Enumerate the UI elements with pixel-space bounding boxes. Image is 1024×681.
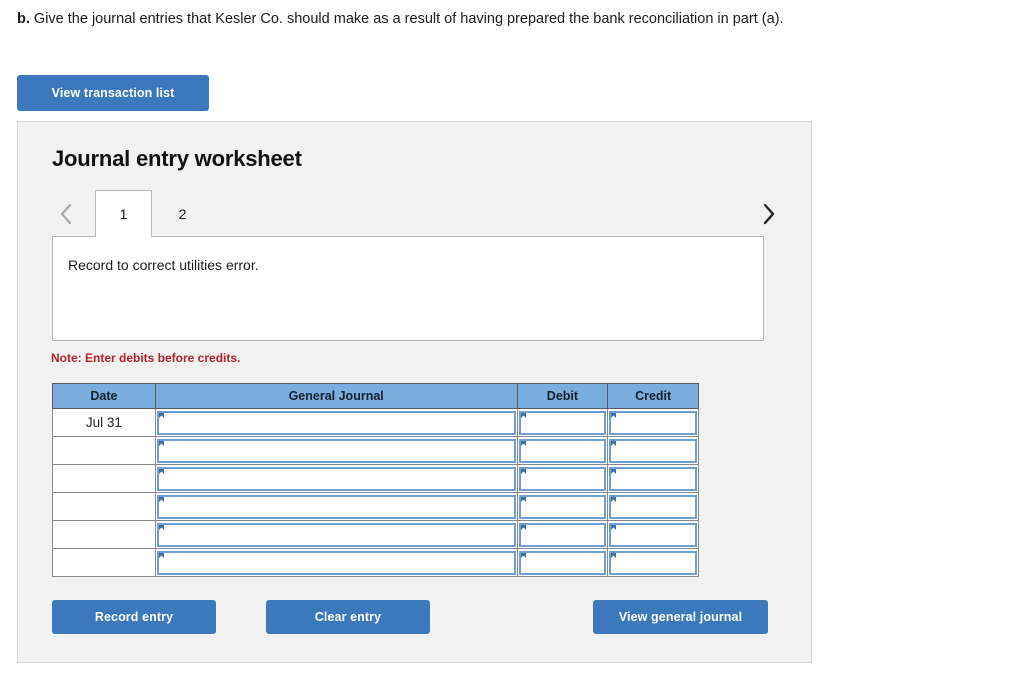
- question-body: Give the journal entries that Kesler Co.…: [33, 11, 784, 27]
- credit-cell[interactable]: [607, 408, 699, 437]
- debit-input[interactable]: [518, 410, 607, 435]
- debit-cell[interactable]: [516, 520, 609, 549]
- credit-cell[interactable]: [607, 520, 699, 549]
- date-cell[interactable]: [52, 464, 156, 493]
- credit-cell[interactable]: [607, 436, 699, 465]
- credit-input[interactable]: [609, 438, 697, 463]
- table-row: [52, 548, 699, 577]
- worksheet-tabbar: 1 2: [18, 190, 813, 237]
- journal-entry-table: Date General Journal Debit Credit Jul 31: [52, 383, 699, 577]
- question-label: b.: [17, 11, 30, 27]
- entry-description-text: Record to correct utilities error.: [68, 257, 259, 273]
- credit-cell[interactable]: [607, 492, 699, 521]
- entry-description-box: Record to correct utilities error.: [52, 236, 764, 341]
- debit-cell[interactable]: [516, 436, 609, 465]
- record-entry-button[interactable]: Record entry: [52, 600, 216, 634]
- credit-input[interactable]: [609, 494, 697, 519]
- column-header-general-journal: General Journal: [154, 383, 518, 409]
- tab-worksheet-2[interactable]: 2: [154, 190, 211, 237]
- journal-entry-worksheet-panel: Journal entry worksheet 1 2 Record to co…: [17, 121, 812, 663]
- debit-cell[interactable]: [516, 464, 609, 493]
- tab-worksheet-1[interactable]: 1: [95, 190, 152, 237]
- debit-cell[interactable]: [516, 548, 609, 577]
- credit-cell[interactable]: [607, 464, 699, 493]
- debit-cell[interactable]: [516, 408, 609, 437]
- date-cell[interactable]: [52, 492, 156, 521]
- table-row: [52, 492, 699, 521]
- debits-before-credits-note: Note: Enter debits before credits.: [51, 351, 241, 365]
- general-journal-cell[interactable]: [154, 492, 518, 521]
- column-header-debit: Debit: [516, 383, 609, 409]
- credit-input[interactable]: [609, 522, 697, 547]
- general-journal-cell[interactable]: [154, 464, 518, 493]
- general-journal-input[interactable]: [156, 522, 516, 547]
- date-cell[interactable]: Jul 31: [52, 408, 156, 437]
- journal-entry-table-body: Jul 31: [52, 408, 699, 577]
- credit-cell[interactable]: [607, 548, 699, 577]
- credit-input[interactable]: [609, 550, 697, 575]
- view-transaction-list-button[interactable]: View transaction list: [17, 75, 209, 111]
- chevron-left-icon[interactable]: [53, 200, 79, 228]
- date-cell[interactable]: [52, 436, 156, 465]
- chevron-right-icon[interactable]: [755, 200, 781, 228]
- debit-input[interactable]: [518, 494, 607, 519]
- general-journal-input[interactable]: [156, 466, 516, 491]
- question-text: b. Give the journal entries that Kesler …: [17, 10, 1012, 29]
- credit-input[interactable]: [609, 466, 697, 491]
- debit-input[interactable]: [518, 550, 607, 575]
- credit-input[interactable]: [609, 410, 697, 435]
- debit-input[interactable]: [518, 466, 607, 491]
- table-row: [52, 520, 699, 549]
- general-journal-cell[interactable]: [154, 548, 518, 577]
- debit-input[interactable]: [518, 438, 607, 463]
- general-journal-cell[interactable]: [154, 436, 518, 465]
- column-header-date: Date: [52, 383, 156, 409]
- column-header-credit: Credit: [607, 383, 699, 409]
- general-journal-input[interactable]: [156, 438, 516, 463]
- general-journal-cell[interactable]: [154, 520, 518, 549]
- table-header-row: Date General Journal Debit Credit: [52, 383, 699, 409]
- clear-entry-button[interactable]: Clear entry: [266, 600, 430, 634]
- table-row: Jul 31: [52, 408, 699, 437]
- view-general-journal-button[interactable]: View general journal: [593, 600, 768, 634]
- general-journal-cell[interactable]: [154, 408, 518, 437]
- date-cell[interactable]: [52, 548, 156, 577]
- general-journal-input[interactable]: [156, 494, 516, 519]
- general-journal-input[interactable]: [156, 410, 516, 435]
- general-journal-input[interactable]: [156, 550, 516, 575]
- debit-cell[interactable]: [516, 492, 609, 521]
- page-title: Journal entry worksheet: [52, 146, 302, 171]
- table-row: [52, 436, 699, 465]
- table-row: [52, 464, 699, 493]
- date-cell[interactable]: [52, 520, 156, 549]
- debit-input[interactable]: [518, 522, 607, 547]
